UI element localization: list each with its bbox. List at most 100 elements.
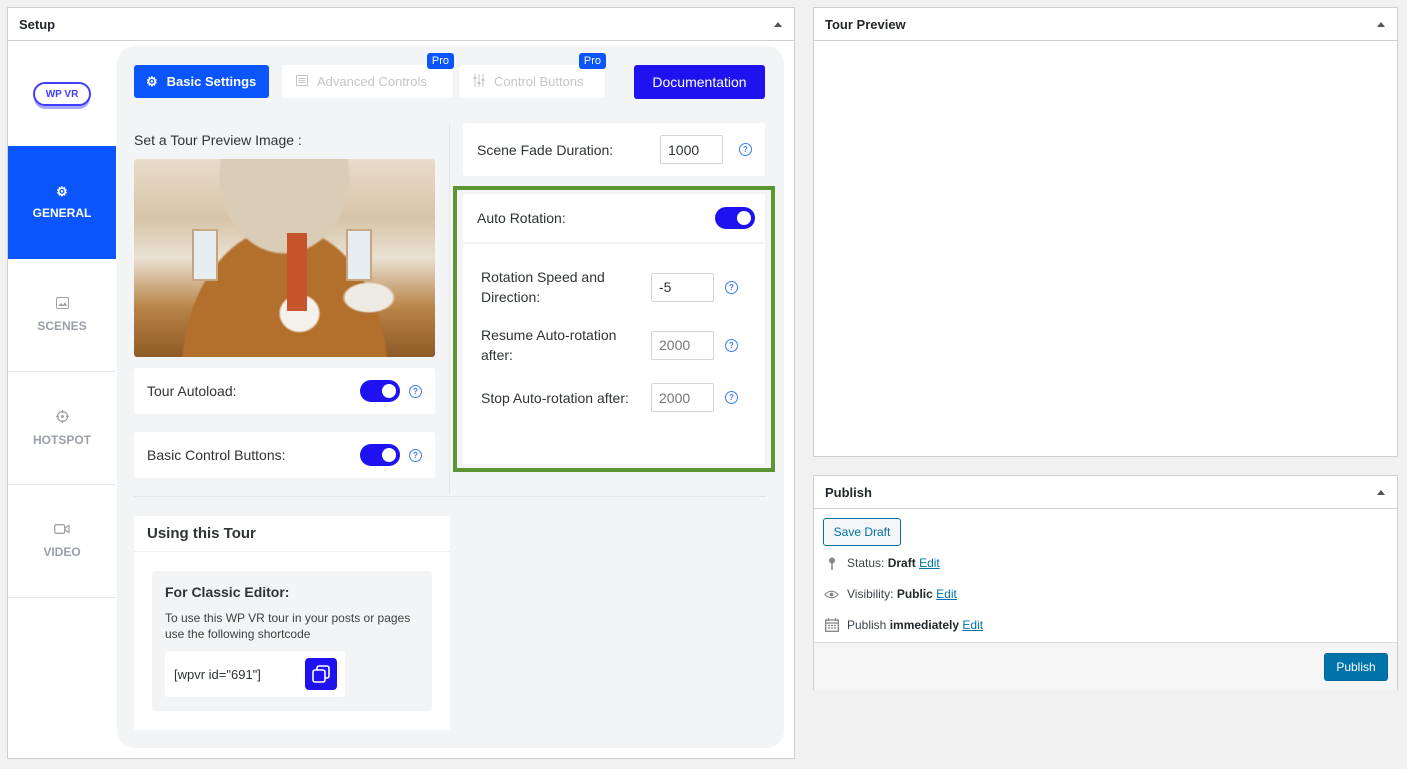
pano-window [192,229,218,281]
sidebar-item-scenes[interactable]: SCENES [8,259,116,372]
save-draft-button[interactable]: Save Draft [823,518,901,546]
setup-metabox: Setup WP VR ⚙ GENERAL SCENES HOTSPOT VID… [7,7,795,759]
basic-control-buttons-row: Basic Control Buttons: ? [134,432,435,478]
sidebar-item-hotspot[interactable]: HOTSPOT [8,372,116,485]
auto-rotation-options: Rotation Speed and Direction: ? Resume A… [463,244,765,464]
pano-window [346,229,372,281]
help-icon[interactable]: ? [725,391,738,404]
schedule-value: immediately [889,618,960,632]
settings-panel: ⚙ Basic Settings Advanced Controls Pro C… [117,46,784,748]
schedule-label: Publish [847,618,887,632]
publish-metabox: Publish Save Draft Status: Draft Edit Vi… [813,475,1398,690]
setup-header[interactable]: Setup [8,8,794,41]
copy-shortcode-button[interactable] [305,658,337,690]
wpvr-logo: WP VR [8,42,116,146]
crosshair-icon [55,409,69,425]
setup-sidebar: WP VR ⚙ GENERAL SCENES HOTSPOT VIDEO [8,42,116,598]
status-label: Status: [847,556,885,570]
using-title: Using this Tour [134,516,450,552]
pro-badge: Pro [578,53,606,69]
tour-autoload-row: Tour Autoload: ? [134,368,435,414]
resume-rotation-input[interactable] [651,330,714,360]
edit-schedule-link[interactable]: Edit [962,618,983,632]
wpvr-logo-text: WP VR [33,82,91,106]
tab-basic-settings[interactable]: ⚙ Basic Settings [134,65,269,98]
stop-rotation-input[interactable] [651,383,714,412]
rotation-speed-row: Rotation Speed and Direction: ? [481,267,751,307]
tab-label: Basic Settings [166,74,257,89]
auto-rotation-row: Auto Rotation: [463,194,765,242]
sliders-icon [473,73,485,90]
classic-editor-box: For Classic Editor: To use this WP VR to… [152,571,432,711]
help-icon[interactable]: ? [739,143,752,156]
setup-title: Setup [19,16,56,32]
video-icon [54,523,70,537]
collapse-arrow-icon[interactable] [1377,489,1385,495]
scene-fade-label: Scene Fade Duration: [477,141,614,158]
scene-fade-row: Scene Fade Duration: ? [463,123,765,176]
tab-label: Advanced Controls [317,74,427,89]
tour-preview-title: Tour Preview [825,16,906,32]
publish-header[interactable]: Publish [814,476,1397,509]
tour-autoload-label: Tour Autoload: [147,383,237,399]
shortcode-text[interactable]: [wpvr id="691"] [174,667,261,682]
stop-rotation-label: Stop Auto-rotation after: [481,389,629,406]
auto-rotation-toggle[interactable] [715,207,755,229]
edit-status-link[interactable]: Edit [919,556,940,570]
sidebar-item-label: VIDEO [43,545,81,559]
edit-visibility-link[interactable]: Edit [936,587,957,601]
panel-icon [296,74,308,89]
preview-image-label: Set a Tour Preview Image : [134,132,302,148]
sidebar-item-general[interactable]: ⚙ GENERAL [8,146,116,259]
pano-pillar [287,233,307,311]
tour-preview-metabox: Tour Preview [813,7,1398,457]
column-divider [449,124,450,494]
sidebar-item-video[interactable]: VIDEO [8,485,116,598]
tour-preview-header[interactable]: Tour Preview [814,8,1397,41]
sidebar-item-label: HOTSPOT [32,432,91,447]
eye-icon [824,589,839,600]
tour-autoload-toggle[interactable] [360,380,400,402]
tour-preview-image[interactable] [134,159,435,357]
status-value: Draft [887,556,916,570]
gear-icon: ⚙ [56,184,68,199]
copy-icon [312,665,330,683]
publish-footer: Publish [814,642,1397,690]
schedule-row: Publish immediately Edit [824,618,983,632]
publish-title: Publish [825,484,872,500]
help-icon[interactable]: ? [409,448,422,462]
using-this-tour-card: Using this Tour For Classic Editor: To u… [134,516,450,730]
image-icon [55,297,69,311]
collapse-arrow-icon[interactable] [1377,21,1385,27]
shortcode-box: [wpvr id="691"] [165,651,345,697]
pro-badge: Pro [426,53,454,69]
help-icon[interactable]: ? [725,338,738,352]
settings-tabs: ⚙ Basic Settings Advanced Controls Pro C… [134,53,606,98]
classic-editor-title: For Classic Editor: [165,584,290,600]
pin-icon [824,557,839,570]
auto-rotation-label: Auto Rotation: [477,210,566,226]
scene-fade-input[interactable] [660,135,723,164]
sidebar-item-label: GENERAL [32,206,92,220]
visibility-row: Visibility: Public Edit [824,587,957,601]
documentation-button[interactable]: Documentation [634,65,765,99]
resume-rotation-row: Resume Auto-rotation after: ? [481,325,751,365]
resume-rotation-label: Resume Auto-rotation after: [481,327,617,363]
rotation-speed-label: Rotation Speed and Direction: [481,269,605,305]
help-icon[interactable]: ? [409,384,422,398]
collapse-arrow-icon[interactable] [774,21,782,27]
gear-icon: ⚙ [146,73,158,89]
help-icon[interactable]: ? [725,280,738,294]
tab-control-buttons[interactable]: Control Buttons Pro [459,53,606,98]
basic-control-buttons-toggle[interactable] [360,444,400,466]
rotation-speed-input[interactable] [651,272,714,302]
tab-advanced-controls[interactable]: Advanced Controls Pro [282,53,454,98]
section-divider [134,496,766,497]
classic-editor-text: To use this WP VR tour in your posts or … [165,611,411,641]
tab-label: Control Buttons [494,74,584,89]
auto-rotation-highlight: Auto Rotation: Rotation Speed and Direct… [453,186,775,472]
publish-button[interactable]: Publish [1324,653,1388,681]
stop-rotation-row: Stop Auto-rotation after: ? [481,383,751,412]
sidebar-item-label: SCENES [37,319,87,333]
visibility-label: Visibility: [847,587,894,601]
